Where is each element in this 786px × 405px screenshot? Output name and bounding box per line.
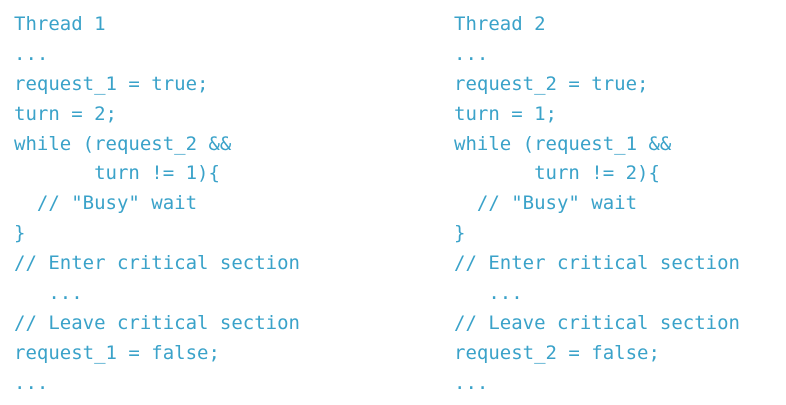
- thread-2-while-condition: while (request_1 &&: [454, 132, 672, 155]
- thread-2-close-brace: }: [454, 222, 466, 245]
- thread-2-request-assign: request_2 = true;: [454, 72, 649, 95]
- thread-1-enter-critical-comment: // Enter critical section: [14, 252, 300, 275]
- thread-1-ellipsis-end: ...: [14, 371, 49, 394]
- thread-1-request-reset: request_1 = false;: [14, 341, 220, 364]
- thread-2-ellipsis-end: ...: [454, 371, 489, 394]
- thread-1-while-condition: while (request_2 &&: [14, 132, 232, 155]
- thread-2-busy-wait-comment: // "Busy" wait: [454, 192, 638, 215]
- thread-2-request-reset: request_2 = false;: [454, 341, 660, 364]
- thread-2-turn-assign: turn = 1;: [454, 102, 557, 125]
- thread-1-title: Thread 1: [14, 13, 106, 35]
- thread-1-busy-wait-comment: // "Busy" wait: [14, 192, 198, 215]
- thread-1-while-condition-cont: turn != 1){: [14, 162, 220, 185]
- thread-1-ellipsis-start: ...: [14, 42, 49, 65]
- thread-1-request-assign: request_1 = true;: [14, 72, 209, 95]
- thread-2-enter-critical-comment: // Enter critical section: [454, 252, 740, 275]
- thread-1-turn-assign: turn = 2;: [14, 102, 117, 125]
- thread-1-close-brace: }: [14, 222, 26, 245]
- thread-2-leave-critical-comment: // Leave critical section: [454, 311, 740, 334]
- thread-2-critical-ellipsis: ...: [454, 282, 523, 305]
- thread-1-critical-ellipsis: ...: [14, 282, 83, 305]
- thread-2-while-condition-cont: turn != 2){: [454, 162, 660, 185]
- thread-1-code-block: Thread 1 ... request_1 = true; turn = 2;…: [14, 10, 300, 399]
- thread-2-code-block: Thread 2 ... request_2 = true; turn = 1;…: [454, 10, 740, 399]
- thread-2-title: Thread 2: [454, 13, 546, 35]
- thread-1-leave-critical-comment: // Leave critical section: [14, 311, 300, 334]
- thread-2-ellipsis-start: ...: [454, 42, 489, 65]
